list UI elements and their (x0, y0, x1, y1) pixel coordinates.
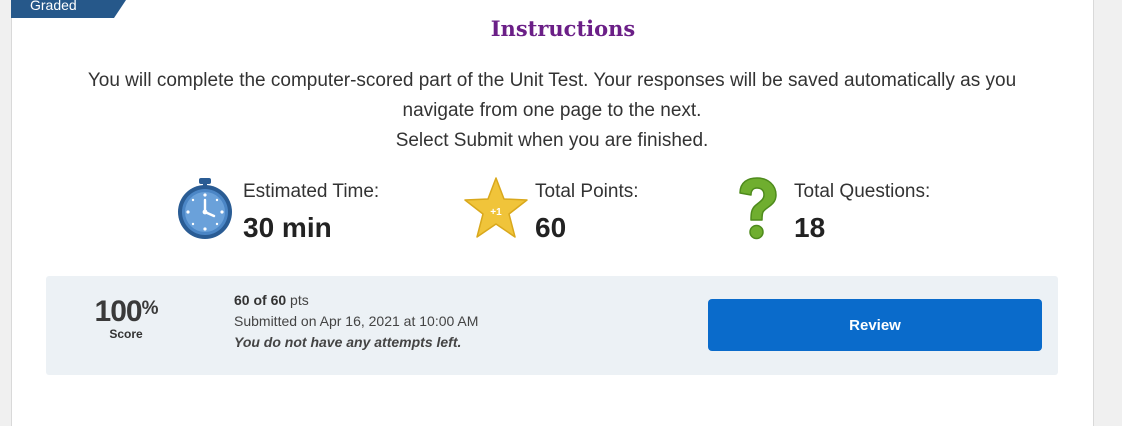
total-questions-value: 18 (794, 212, 826, 243)
points-earned: 60 of 60 pts (234, 290, 478, 311)
instructions-line: navigate from one page to the next. (402, 100, 702, 121)
star-bonus-text: +1 (490, 207, 502, 218)
score-number: 100 (94, 295, 143, 328)
score-percent-sign: % (141, 298, 159, 319)
points-unit: pts (290, 292, 309, 308)
instructions-line: You will complete the computer-scored pa… (87, 70, 1017, 91)
points-earned-value: 60 of 60 (234, 292, 287, 308)
submitted-date: Submitted on Apr 16, 2021 at 10:00 AM (234, 313, 479, 329)
review-button[interactable]: Review (708, 299, 1042, 351)
total-questions-label: Total Questions: (794, 181, 931, 202)
score-value: 100% (90, 295, 162, 329)
instructions-text: You will complete the computer-scored pa… (60, 66, 1044, 156)
left-gutter (0, 0, 12, 426)
estimated-time-stat: Estimated Time: 30 min (176, 176, 396, 246)
total-points-label: Total Points: (535, 181, 639, 202)
estimated-time-label: Estimated Time: (243, 181, 380, 202)
total-questions-stat: Total Questions: 18 (732, 176, 952, 246)
submission-details: 60 of 60 pts Submitted on Apr 16, 2021 a… (234, 290, 478, 353)
attempts-remaining: You do not have any attempts left. (234, 334, 462, 350)
score-label: Score (109, 327, 143, 341)
total-points-stat: +1 Total Points: 60 (464, 176, 664, 246)
instructions-line: Select Submit when you are finished. (395, 130, 709, 151)
result-panel: 100% Score 60 of 60 pts Submitted on Apr… (46, 276, 1058, 375)
estimated-time-value: 30 min (243, 212, 332, 243)
page-title: Instructions (490, 16, 636, 41)
graded-label: Graded (30, 0, 77, 13)
total-points-value: 60 (535, 212, 567, 243)
star-icon: +1 (464, 176, 528, 242)
score-summary: 100% Score (90, 295, 162, 341)
question-mark-icon (732, 176, 792, 242)
scrollbar-track[interactable] (1093, 0, 1122, 426)
stopwatch-icon (176, 176, 236, 242)
